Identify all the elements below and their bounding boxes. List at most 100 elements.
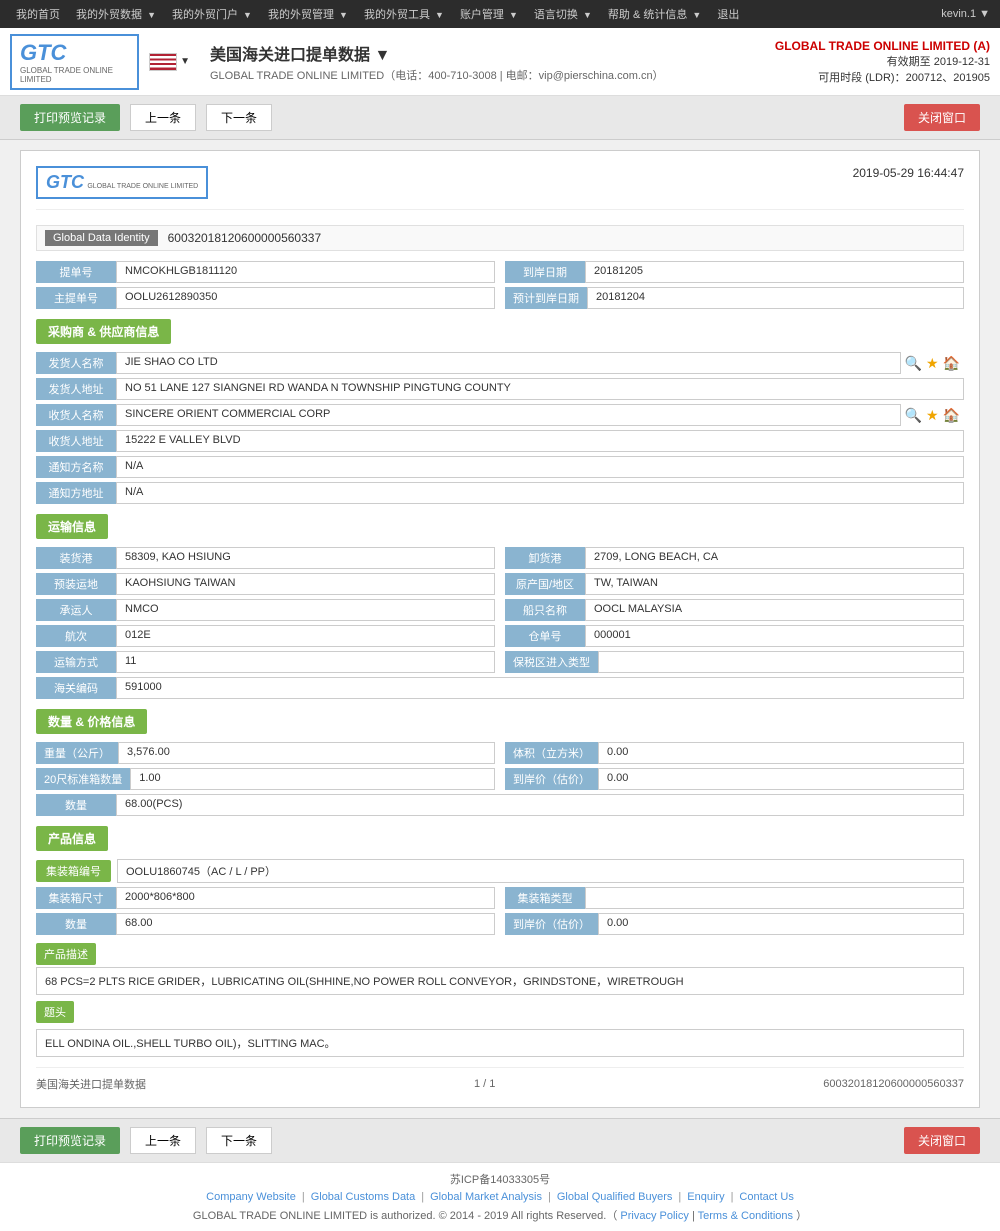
container-size-row: 集装箱尺寸 2000*806*800 集装箱类型: [36, 887, 964, 909]
volume-value: 0.00: [598, 742, 964, 764]
prev-button-top[interactable]: 上一条: [130, 104, 196, 131]
warehouse-label: 仓单号: [505, 625, 585, 647]
origin-cell: 原产国/地区 TW, TAIWAN: [505, 573, 964, 595]
footer-contact-us[interactable]: Contact Us: [739, 1191, 793, 1203]
weight-row: 重量（公斤） 3,576.00 体积（立方米） 0.00: [36, 742, 964, 764]
product-desc-label: 产品描述: [36, 943, 96, 965]
product-qty-row: 数量 68.00 到岸价（估价） 0.00: [36, 913, 964, 935]
nav-foreign-mgmt[interactable]: 我的外贸管理 ▼: [262, 2, 354, 26]
shipper-addr-cell: 发货人地址 NO 51 LANE 127 SIANGNEI RD WANDA N…: [36, 378, 964, 400]
consignee-addr-label: 收货人地址: [36, 430, 116, 452]
unloading-port-value: 2709, LONG BEACH, CA: [585, 547, 964, 569]
arrival-price-value: 0.00: [598, 768, 964, 790]
card-datetime: 2019-05-29 16:44:47: [853, 166, 964, 180]
loading-port-value: 58309, KAO HSIUNG: [116, 547, 495, 569]
loading-port-label: 装货港: [36, 547, 116, 569]
search-icon-2[interactable]: 🔍: [905, 407, 922, 424]
bill-cell: 提单号 NMCOKHLGB1811120: [36, 261, 495, 283]
bill-value: NMCOKHLGB1811120: [116, 261, 495, 283]
nav-foreign-portal[interactable]: 我的外贸门户 ▼: [166, 2, 258, 26]
std-box-row: 20尺标准箱数量 1.00 到岸价（估价） 0.00: [36, 768, 964, 790]
volume-cell: 体积（立方米） 0.00: [505, 742, 964, 764]
nav-language[interactable]: 语言切换 ▼: [528, 2, 598, 26]
icp-number: 苏ICP备14033305号: [20, 1171, 980, 1187]
footer-enquiry[interactable]: Enquiry: [687, 1191, 724, 1203]
product-qty-value: 68.00: [116, 913, 495, 935]
container-no-value: OOLU1860745（AC / L / PP）: [117, 859, 964, 883]
footer-title: 美国海关进口提单数据: [36, 1076, 146, 1092]
consignee-addr-cell: 收货人地址 15222 E VALLEY BLVD: [36, 430, 964, 452]
bonded-zone-value: [598, 651, 964, 673]
std-box-cell: 20尺标准箱数量 1.00: [36, 768, 495, 790]
shipper-name-icons: 🔍 ★ 🏠: [901, 355, 964, 372]
record-card: GTC GLOBAL TRADE ONLINE LIMITED 2019-05-…: [20, 150, 980, 1108]
footer-market-analysis[interactable]: Global Market Analysis: [430, 1191, 542, 1203]
close-button-bottom[interactable]: 关闭窗口: [904, 1127, 980, 1154]
next-button-bottom[interactable]: 下一条: [206, 1127, 272, 1154]
prev-button-bottom[interactable]: 上一条: [130, 1127, 196, 1154]
header-subtitle: GLOBAL TRADE ONLINE LIMITED（电话：400-710-3…: [210, 67, 775, 83]
quantity-value: 68.00(PCS): [116, 794, 964, 816]
search-icon[interactable]: 🔍: [905, 355, 922, 372]
star-icon-2[interactable]: ★: [926, 407, 939, 424]
footer-id: 60032018120600000560337: [823, 1078, 964, 1090]
voyage-label: 航次: [36, 625, 116, 647]
estimated-date-value: 20181204: [587, 287, 964, 309]
nav-foreign-tools[interactable]: 我的外贸工具 ▼: [358, 2, 450, 26]
container-size-cell: 集装箱尺寸 2000*806*800: [36, 887, 495, 909]
top-nav-items: 我的首页 我的外贸数据 ▼ 我的外贸门户 ▼ 我的外贸管理 ▼ 我的外贸工具 ▼…: [10, 2, 941, 26]
carrier-row: 承运人 NMCO 船只名称 OOCL MALAYSIA: [36, 599, 964, 621]
print-button-bottom[interactable]: 打印预览记录: [20, 1127, 120, 1154]
footer-customs-data[interactable]: Global Customs Data: [311, 1191, 416, 1203]
warehouse-value: 000001: [585, 625, 964, 647]
consignee-addr-row: 收货人地址 15222 E VALLEY BLVD: [36, 430, 964, 452]
arrival-date-label: 到岸日期: [505, 261, 585, 283]
master-bill-label: 主提单号: [36, 287, 116, 309]
origin-label: 原产国/地区: [505, 573, 585, 595]
std-box-value: 1.00: [130, 768, 495, 790]
notify-addr-row: 通知方地址 N/A: [36, 482, 964, 504]
notify-name-row: 通知方名称 N/A: [36, 456, 964, 478]
pre-transport-cell: 预装运地 KAOHSIUNG TAIWAN: [36, 573, 495, 595]
close-button-top[interactable]: 关闭窗口: [904, 104, 980, 131]
vessel-name-label: 船只名称: [505, 599, 585, 621]
print-button-top[interactable]: 打印预览记录: [20, 104, 120, 131]
nav-foreign-data[interactable]: 我的外贸数据 ▼: [70, 2, 162, 26]
footer-qualified-buyers[interactable]: Global Qualified Buyers: [557, 1191, 673, 1203]
consignee-name-row: 收货人名称 SINCERE ORIENT COMMERCIAL CORP 🔍 ★…: [36, 404, 964, 426]
pre-transport-value: KAOHSIUNG TAIWAN: [116, 573, 495, 595]
home-icon-2[interactable]: 🏠: [943, 407, 960, 424]
notify-name-label: 通知方名称: [36, 456, 116, 478]
nav-help[interactable]: 帮助 & 统计信息 ▼: [602, 2, 707, 26]
volume-label: 体积（立方米）: [505, 742, 598, 764]
consignee-name-cell: 收货人名称 SINCERE ORIENT COMMERCIAL CORP 🔍 ★…: [36, 404, 964, 426]
vessel-name-cell: 船只名称 OOCL MALAYSIA: [505, 599, 964, 621]
master-bill-row: 主提单号 OOLU2612890350 预计到岸日期 20181204: [36, 287, 964, 309]
nav-logout[interactable]: 退出: [711, 2, 745, 26]
terms-conditions-link[interactable]: Terms & Conditions: [698, 1210, 793, 1222]
star-icon[interactable]: ★: [926, 355, 939, 372]
privacy-policy-link[interactable]: Privacy Policy: [620, 1210, 688, 1222]
product-price-value: 0.00: [598, 913, 964, 935]
bottom-action-bar: 打印预览记录 上一条 下一条 关闭窗口: [0, 1118, 1000, 1162]
voyage-row: 航次 012E 仓单号 000001: [36, 625, 964, 647]
voyage-value: 012E: [116, 625, 495, 647]
nav-account[interactable]: 账户管理 ▼: [454, 2, 524, 26]
user-menu[interactable]: kevin.1 ▼: [941, 8, 990, 20]
consignee-name-icons: 🔍 ★ 🏠: [901, 407, 964, 424]
footer-company-website[interactable]: Company Website: [206, 1191, 296, 1203]
customs-code-label: 海关编码: [36, 677, 116, 699]
card-header: GTC GLOBAL TRADE ONLINE LIMITED 2019-05-…: [36, 166, 964, 210]
valid-until: 有效期至 2019-12-31: [775, 53, 990, 69]
section-supplier-label: 采购商 & 供应商信息: [36, 319, 171, 344]
customs-code-row: 海关编码 591000: [36, 677, 964, 699]
product-qty-cell: 数量 68.00: [36, 913, 495, 935]
shipper-addr-row: 发货人地址 NO 51 LANE 127 SIANGNEI RD WANDA N…: [36, 378, 964, 400]
next-button-top[interactable]: 下一条: [206, 104, 272, 131]
global-data-row: Global Data Identity 6003201812060000056…: [36, 225, 964, 251]
flag-selector[interactable]: ▼: [149, 53, 190, 71]
flag-us: [149, 53, 177, 71]
nav-home[interactable]: 我的首页: [10, 2, 66, 26]
notify-addr-value: N/A: [116, 482, 964, 504]
home-icon[interactable]: 🏠: [943, 355, 960, 372]
